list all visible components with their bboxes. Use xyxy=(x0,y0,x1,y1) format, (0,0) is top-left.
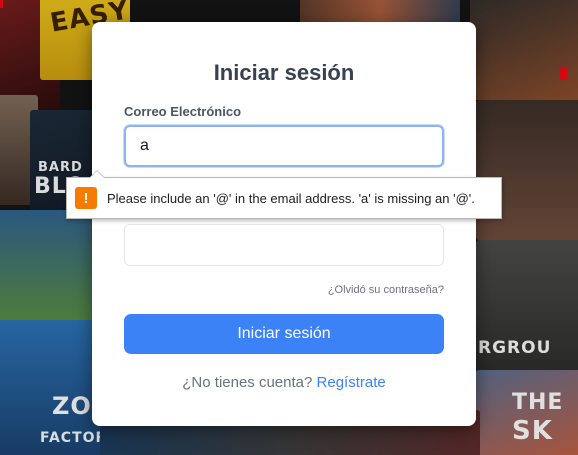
login-button[interactable]: Iniciar sesión xyxy=(124,314,444,354)
signup-link[interactable]: Regístrate xyxy=(317,374,386,391)
login-card: Iniciar sesión Correo Electrónico ¿Olvid… xyxy=(92,22,476,426)
warning-icon: ! xyxy=(75,187,97,209)
signup-prompt-text: ¿No tienes cuenta? xyxy=(182,374,313,391)
page-title: Iniciar sesión xyxy=(213,60,355,85)
forgot-password-link[interactable]: ¿Olvidó su contraseña? xyxy=(328,284,444,296)
validation-tooltip: ! Please include an '@' in the email add… xyxy=(66,170,502,219)
validation-message: Please include an '@' in the email addre… xyxy=(107,190,475,206)
signup-prompt: ¿No tienes cuenta? Regístrate xyxy=(92,374,476,391)
password-field[interactable] xyxy=(124,224,444,266)
email-label: Correo Electrónico xyxy=(124,104,242,119)
email-field[interactable] xyxy=(124,125,444,167)
